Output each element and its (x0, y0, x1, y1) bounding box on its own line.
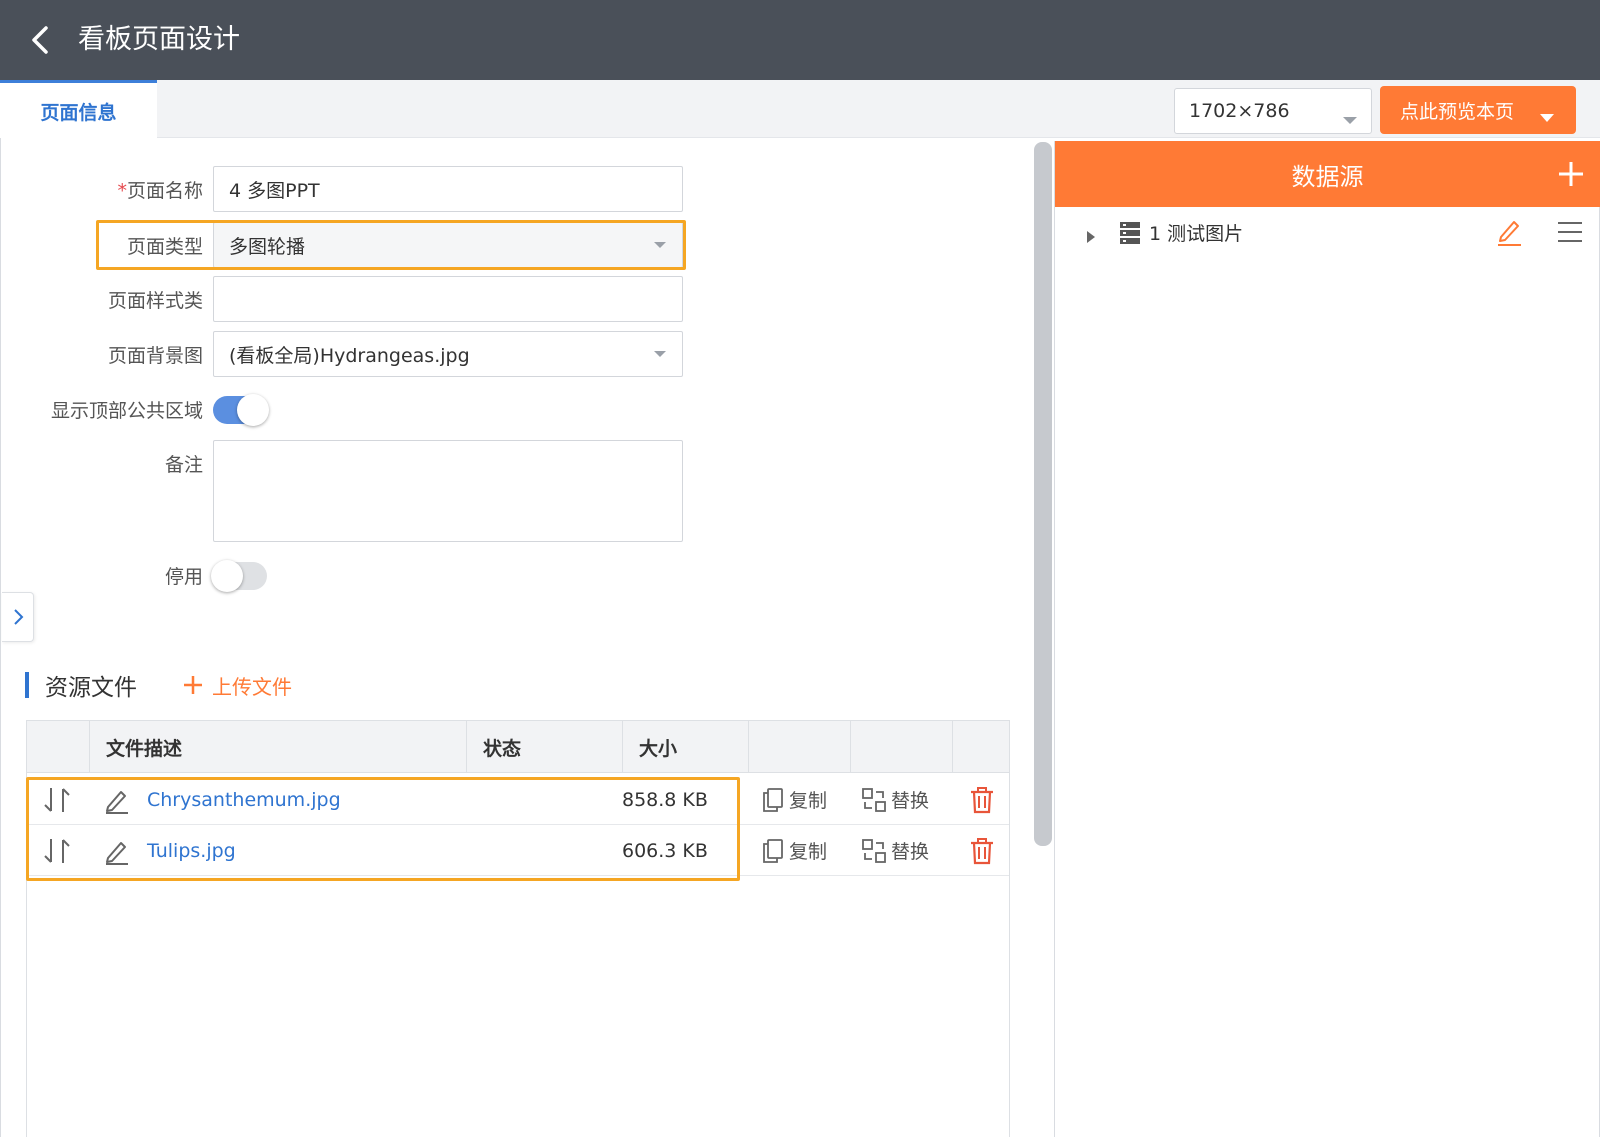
file-status (467, 825, 617, 876)
toggle-knob (211, 560, 243, 592)
delete-trash-icon[interactable] (969, 774, 999, 825)
page-bg-select[interactable]: (看板全局)Hydrangeas.jpg (213, 331, 683, 377)
datasource-item[interactable]: 1 测试图片 (1055, 207, 1600, 259)
page-style-row: 页面样式类 (1, 276, 701, 322)
chevron-right-icon (13, 609, 23, 625)
scrollbar[interactable] (1034, 142, 1052, 846)
edit-pencil-icon[interactable] (103, 774, 137, 825)
resources-header: 资源文件 (25, 670, 137, 701)
page-style-input[interactable] (213, 276, 683, 322)
datasource-title: 数据源 (1291, 162, 1364, 191)
sort-handle-icon[interactable] (41, 825, 81, 876)
col-header-sort (27, 721, 89, 773)
add-datasource-icon[interactable] (1554, 157, 1588, 191)
col-header-size: 大小 (622, 721, 748, 773)
resolution-select[interactable]: 1702×786 (1174, 88, 1372, 134)
copy-button[interactable]: 复制 (761, 774, 851, 825)
preview-page-button[interactable]: 点此预览本页 (1380, 86, 1576, 134)
disable-label: 停用 (164, 566, 203, 588)
table-header: 文件描述 状态 大小 (27, 721, 1009, 773)
chevron-down-icon (654, 351, 666, 357)
top-header: 看板页面设计 (0, 0, 1600, 80)
disable-row: 停用 (1, 560, 701, 592)
page-title: 看板页面设计 (78, 24, 240, 55)
replace-label: 替换 (891, 841, 930, 863)
page-name-input[interactable]: 4 多图PPT (213, 166, 683, 212)
replace-button[interactable]: 替换 (861, 774, 951, 825)
page-bg-row: 页面背景图 (看板全局)Hydrangeas.jpg (1, 331, 701, 377)
file-size: 858.8 KB (622, 788, 708, 811)
edit-pencil-icon[interactable] (103, 825, 137, 876)
required-mark: * (117, 180, 127, 202)
file-link[interactable]: Chrysanthemum.jpg (147, 774, 467, 825)
caret-right-icon[interactable] (1087, 226, 1095, 248)
file-status (467, 774, 617, 825)
back-arrow-icon[interactable] (26, 22, 56, 58)
col-header-replace (850, 721, 952, 773)
file-size: 606.3 KB (622, 839, 708, 862)
col-header-delete (952, 721, 1009, 773)
tab-bar: 页面信息 1702×786 点此预览本页 (0, 80, 1600, 139)
chevron-down-icon (1343, 108, 1357, 130)
plus-icon (184, 676, 202, 694)
copy-icon (763, 838, 783, 863)
file-link[interactable]: Tulips.jpg (147, 825, 467, 876)
col-header-status: 状态 (466, 721, 622, 773)
tab-page-info[interactable]: 页面信息 (0, 80, 157, 139)
preview-page-label: 点此预览本页 (1400, 100, 1515, 123)
upload-file-button[interactable]: 上传文件 (182, 670, 292, 700)
copy-button[interactable]: 复制 (761, 825, 851, 876)
page-type-value: 多图轮播 (229, 235, 306, 258)
menu-icon[interactable] (1557, 221, 1583, 248)
show-top-toggle[interactable] (213, 394, 269, 426)
col-header-copy (748, 721, 850, 773)
datasource-header: 数据源 (1055, 141, 1600, 207)
resolution-value: 1702×786 (1189, 100, 1290, 122)
page-type-label: 页面类型 (126, 236, 203, 258)
page-bg-value: (看板全局)Hydrangeas.jpg (229, 344, 470, 367)
page-name-row: *页面名称 4 多图PPT (1, 166, 701, 212)
toggle-knob (237, 394, 269, 426)
copy-label: 复制 (789, 790, 828, 812)
delete-trash-icon[interactable] (969, 825, 999, 876)
datasource-panel: 数据源 1 测试图片 (1054, 141, 1600, 1137)
replace-label: 替换 (891, 790, 930, 812)
remark-label: 备注 (164, 454, 203, 476)
resources-title: 资源文件 (45, 675, 137, 701)
remark-row: 备注 (1, 440, 701, 542)
replace-button[interactable]: 替换 (861, 825, 951, 876)
show-top-row: 显示顶部公共区域 (1, 394, 701, 426)
table-row: Tulips.jpg 606.3 KB 复制 替换 (27, 825, 1009, 876)
page-style-label: 页面样式类 (107, 290, 203, 312)
show-top-label: 显示顶部公共区域 (50, 400, 203, 422)
upload-file-label: 上传文件 (212, 674, 292, 699)
sort-handle-icon[interactable] (41, 774, 81, 825)
replace-icon (862, 787, 886, 812)
section-accent-bar (25, 672, 29, 698)
edit-pencil-icon[interactable] (1495, 217, 1523, 252)
col-header-description: 文件描述 (89, 721, 466, 773)
disable-toggle[interactable] (211, 560, 267, 592)
table-row: Chrysanthemum.jpg 858.8 KB 复制 替换 (27, 774, 1009, 825)
database-icon (1119, 221, 1141, 250)
page-bg-label: 页面背景图 (107, 345, 203, 367)
page-name-label: 页面名称 (126, 180, 203, 202)
side-expand-button[interactable] (2, 592, 34, 642)
copy-icon (763, 787, 783, 812)
datasource-item-label: 1 测试图片 (1149, 223, 1244, 245)
page-type-select[interactable]: 多图轮播 (213, 222, 683, 268)
chevron-down-icon (654, 242, 666, 248)
copy-label: 复制 (789, 841, 828, 863)
caret-down-icon[interactable] (1540, 106, 1554, 128)
remark-textarea[interactable] (213, 440, 683, 542)
resources-table: 文件描述 状态 大小 Chrysanthemum.jpg 858.8 KB 复制… (26, 720, 1010, 1137)
page-type-row: 页面类型 多图轮播 (1, 222, 701, 268)
replace-icon (862, 838, 886, 863)
